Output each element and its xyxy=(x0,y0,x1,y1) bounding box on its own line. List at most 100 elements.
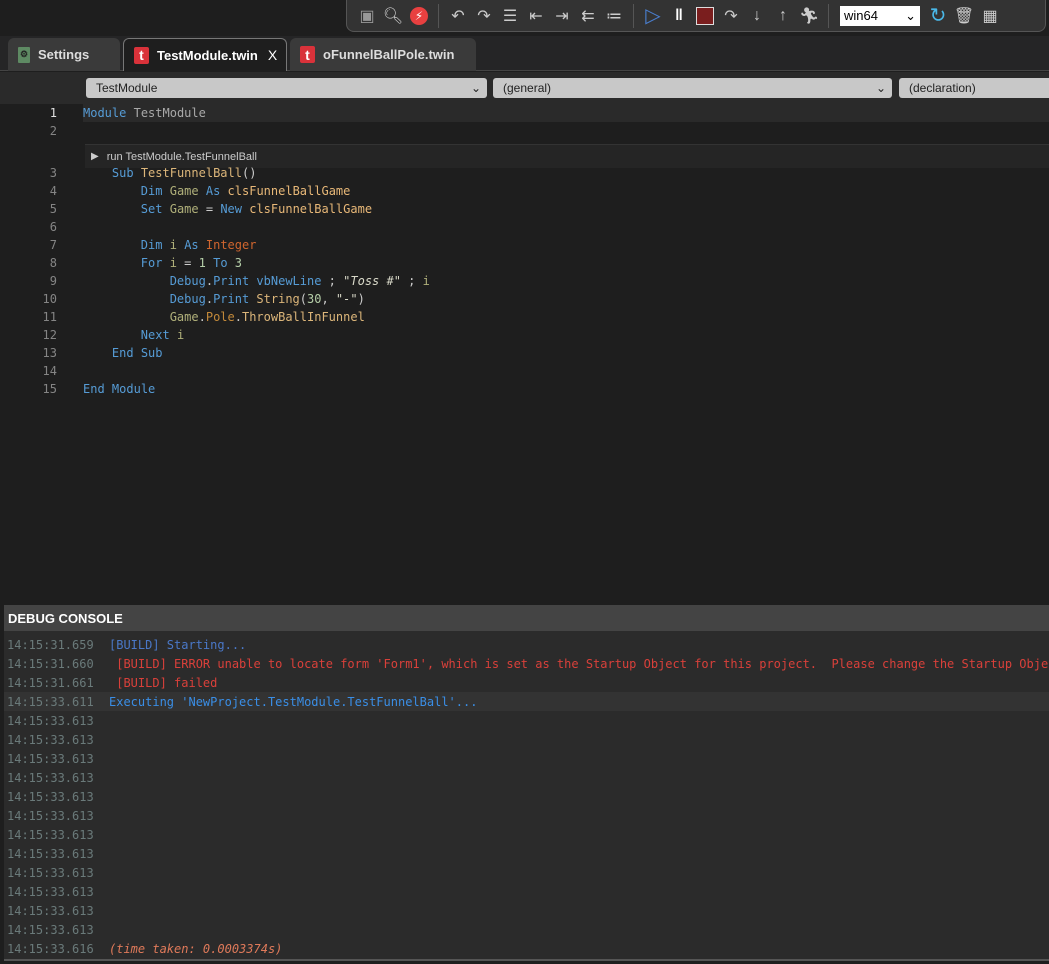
member-dropdown[interactable]: (declaration) xyxy=(899,78,1049,98)
code-token: Print xyxy=(213,292,250,306)
code-text: Game.Pole.ThrowBallInFunnel xyxy=(83,310,365,324)
code-line[interactable]: 15 End Module xyxy=(0,380,1049,398)
line-number: 8 xyxy=(49,256,57,270)
code-line[interactable]: 6 xyxy=(0,218,1049,236)
twinbasic-icon: t xyxy=(134,46,149,64)
run-to-cursor-icon[interactable]: 🏃︎ xyxy=(797,4,821,28)
chevron-down-icon: ⌄ xyxy=(905,7,916,23)
console-timestamp: 14:15:33.613 xyxy=(7,884,94,899)
console-row: 14:15:33.613 xyxy=(4,787,1049,806)
tab-ofunnelballpole[interactable]: t oFunnelBallPole.twin xyxy=(290,38,476,71)
step-into-icon[interactable]: ↓ xyxy=(745,4,769,28)
tab-label: Settings xyxy=(38,47,90,62)
code-token: i xyxy=(176,328,185,342)
format-icon[interactable]: ☰ xyxy=(498,4,522,28)
code-line[interactable]: 3 Sub TestFunnelBall() xyxy=(0,164,1049,182)
console-timestamp: 14:15:33.613 xyxy=(7,846,94,861)
code-token: Sub xyxy=(111,166,134,180)
console-timestamp: 14:15:33.613 xyxy=(7,732,94,747)
list-icon[interactable]: ≔ xyxy=(602,4,626,28)
console-row: 14:15:33.613 xyxy=(4,711,1049,730)
line-number: 1 xyxy=(49,106,57,120)
code-line[interactable]: 5 Set Game = New clsFunnelBallGame xyxy=(0,200,1049,218)
step-out-icon[interactable]: ↑ xyxy=(771,4,795,28)
code-line[interactable]: 11 Game.Pole.ThrowBallInFunnel xyxy=(0,308,1049,326)
code-token: "-" xyxy=(335,292,358,306)
code-line[interactable]: 10 Debug.Print String(30, "-") xyxy=(0,290,1049,308)
code-token: ( xyxy=(299,292,308,306)
play-icon: ▶ xyxy=(91,151,99,162)
close-icon[interactable]: X xyxy=(268,47,277,63)
find-icon[interactable]: 🔍︎ xyxy=(381,4,405,28)
code-line[interactable]: 13 End Sub xyxy=(0,344,1049,362)
code-token: As xyxy=(205,184,221,198)
undo-icon[interactable]: ↶ xyxy=(446,4,470,28)
indent-icon[interactable]: ⇥ xyxy=(550,4,574,28)
console-title: DEBUG CONSOLE xyxy=(8,610,123,626)
code-line[interactable]: 9 Debug.Print vbNewLine ; "Toss #" ; i xyxy=(0,272,1049,290)
toolbar-separator xyxy=(438,3,439,28)
grid-icon[interactable]: ▦ xyxy=(978,4,1002,28)
line-number: 7 xyxy=(49,238,57,252)
run-icon[interactable]: ▷ xyxy=(641,4,665,28)
editor-tabs: ⚙ Settings t TestModule.twin X t oFunnel… xyxy=(0,36,1049,71)
console-row: 14:15:33.613 xyxy=(4,863,1049,882)
console-row: 14:15:33.613 xyxy=(4,844,1049,863)
code-token: ThrowBallInFunnel xyxy=(241,310,365,324)
code-line[interactable]: 12 Next i xyxy=(0,326,1049,344)
code-token: Integer xyxy=(205,238,257,252)
code-token: () xyxy=(241,166,257,180)
lightning-icon[interactable]: ⚡︎ xyxy=(407,4,431,28)
tab-testmodule[interactable]: t TestModule.twin X xyxy=(123,38,287,71)
console-timestamp: 14:15:33.613 xyxy=(7,922,94,937)
code-token: For xyxy=(140,256,163,270)
stop-icon[interactable] xyxy=(693,4,717,28)
console-row: 14:15:31.660 [BUILD] ERROR unable to loc… xyxy=(4,654,1049,673)
code-line[interactable]: 14 xyxy=(0,362,1049,380)
code-token: . xyxy=(205,274,214,288)
code-text: Set Game = New clsFunnelBallGame xyxy=(83,202,372,216)
console-row: 14:15:33.613 xyxy=(4,920,1049,939)
console-message: [BUILD] Starting... xyxy=(109,637,247,652)
console-row: 14:15:33.613 xyxy=(4,825,1049,844)
line-number: 5 xyxy=(49,202,57,216)
code-token: Set xyxy=(140,202,163,216)
code-token: ; xyxy=(321,274,344,288)
code-token: = xyxy=(176,256,199,270)
console-timestamp: 14:15:31.661 xyxy=(7,675,94,690)
code-line[interactable]: 2 xyxy=(0,122,1049,140)
unindent-icon[interactable]: ⇇ xyxy=(576,4,600,28)
code-editor[interactable]: ▶ run TestModule.TestFunnelBall 1 Module … xyxy=(0,104,1049,605)
tab-settings[interactable]: ⚙ Settings xyxy=(8,38,120,71)
code-text: End Module xyxy=(83,382,155,396)
procedure-dropdown[interactable]: (general) ⌄ xyxy=(493,78,892,98)
refresh-icon[interactable]: ↻ xyxy=(926,4,950,28)
platform-select[interactable]: win64 ⌄ xyxy=(840,5,920,26)
code-token: , xyxy=(321,292,336,306)
debug-console[interactable]: 14:15:31.659 [BUILD] Starting... 14:15:31.… xyxy=(4,631,1049,961)
console-row: 14:15:33.613 xyxy=(4,768,1049,787)
code-line[interactable]: 7 Dim i As Integer xyxy=(0,236,1049,254)
step-over-icon[interactable]: ↷ xyxy=(719,4,743,28)
trash-icon[interactable]: 🗑︎ xyxy=(952,4,976,28)
line-number: 14 xyxy=(42,364,57,378)
code-text: Dim i As Integer xyxy=(83,238,257,252)
line-number: 9 xyxy=(49,274,57,288)
redo-icon[interactable]: ↷ xyxy=(472,4,496,28)
module-dropdown[interactable]: TestModule ⌄ xyxy=(86,78,487,98)
code-text: Debug.Print vbNewLine ; "Toss #" ; i xyxy=(83,274,430,288)
save-icon[interactable]: ▣ xyxy=(355,4,379,28)
line-number: 13 xyxy=(42,346,57,360)
code-line[interactable]: 8 For i = 1 To 3 xyxy=(0,254,1049,272)
outdent-icon[interactable]: ⇤ xyxy=(524,4,548,28)
code-line[interactable]: 1 Module TestModule xyxy=(0,104,1049,122)
line-number: 2 xyxy=(49,124,57,138)
code-token: Game xyxy=(169,184,199,198)
code-line[interactable]: 4 Dim Game As clsFunnelBallGame xyxy=(0,182,1049,200)
pause-icon[interactable]: ‖ xyxy=(667,4,691,28)
